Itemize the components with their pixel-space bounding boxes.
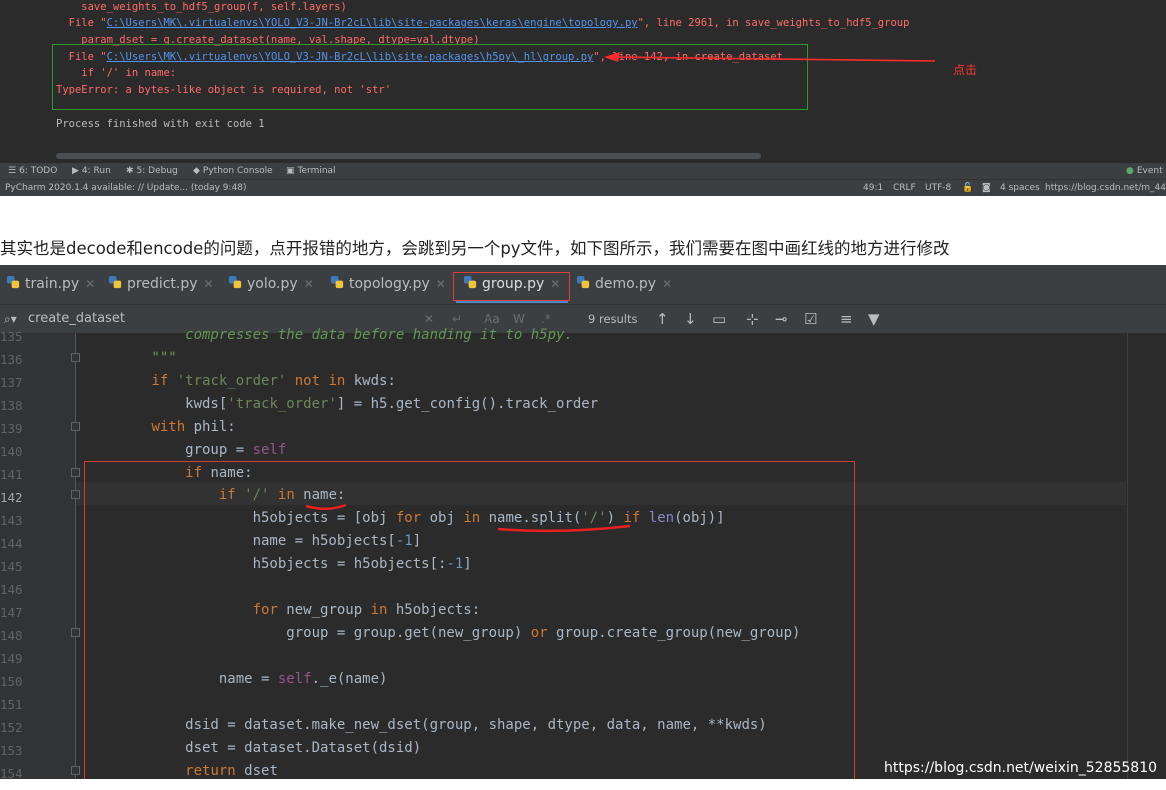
watermark-url: https://blog.csdn.net/weixin_52855810 [884, 760, 1158, 776]
debug-icon: ✱ [126, 166, 134, 176]
close-icon[interactable]: ✕ [304, 277, 314, 291]
line-separator[interactable]: CRLF [893, 180, 916, 196]
interpreter-setting[interactable]: https://blog.csdn.net/m_446 [1045, 180, 1166, 196]
select-all-occurrences-icon[interactable]: ▭ [712, 305, 726, 333]
select-all-icon[interactable]: ☑ [804, 305, 817, 333]
terminal-icon: ▣ [286, 166, 295, 176]
indent-setting[interactable]: 4 spaces [1000, 180, 1040, 196]
python-console-icon: ◆ [193, 166, 200, 176]
tab-yolo-py[interactable]: yolo.py ✕ [228, 265, 314, 304]
red-arrow-annotation [604, 52, 936, 62]
tab-train-py[interactable]: train.py ✕ [6, 265, 95, 304]
filter-options-icon[interactable]: ≡ [840, 305, 853, 333]
python-file-icon [330, 275, 344, 289]
event-log-button[interactable]: ●Event L [1126, 163, 1166, 179]
python-console-toolwindow-button[interactable]: ◆ Python Console [193, 163, 273, 179]
python-file-icon [228, 275, 242, 289]
python-file-icon [576, 275, 590, 289]
close-icon[interactable]: ✕ [85, 277, 95, 291]
caret-position[interactable]: 49:1 [863, 180, 883, 196]
previous-occurrence-icon[interactable]: ↑ [656, 305, 669, 333]
search-results-count: 9 results [588, 312, 638, 326]
next-occurrence-icon[interactable]: ↓ [684, 305, 697, 333]
tab-predict-py[interactable]: predict.py ✕ [108, 265, 214, 304]
close-icon[interactable]: ✕ [436, 277, 446, 291]
editor-tab-bar: train.py ✕ predict.py ✕ yolo.py ✕ topology.… [0, 265, 1166, 305]
status-bar: PyCharm 2020.1.4 available: // Update...… [0, 179, 1166, 196]
tool-window-bar: ☰ 6: TODO ▶ 4: Run ✱ 5: Debug ◆ Python Conso… [0, 163, 1166, 179]
inspector-icon[interactable]: ◙ [982, 180, 991, 196]
spacer [0, 196, 1166, 226]
debug-toolwindow-button[interactable]: ✱ 5: Debug [126, 163, 178, 179]
todo-toolwindow-button[interactable]: ☰ 6: TODO [8, 163, 57, 179]
update-notification[interactable]: PyCharm 2020.1.4 available: // Update...… [5, 180, 247, 196]
tab-topology-py[interactable]: topology.py ✕ [330, 265, 446, 304]
run-icon: ▶ [72, 166, 79, 176]
python-file-icon [108, 275, 122, 289]
todo-icon: ☰ [8, 166, 17, 176]
event-log-icon: ● [1126, 166, 1134, 176]
tab-demo-py[interactable]: demo.py ✕ [576, 265, 672, 304]
lock-icon[interactable]: 🔓 [962, 180, 973, 196]
remove-occurrence-icon[interactable]: ⊸ [775, 305, 788, 333]
article-paragraph: 其实也是decode和encode的问题，点开报错的地方，会跳到另一个py文件，… [0, 239, 950, 258]
run-toolwindow-button[interactable]: ▶ 4: Run [72, 163, 111, 179]
editor-screenshot: train.py ✕ predict.py ✕ yolo.py ✕ topology.… [0, 265, 1166, 779]
file-encoding[interactable]: UTF-8 [925, 180, 951, 196]
tab-highlight-box [453, 272, 570, 301]
red-underline-annotations [305, 503, 631, 533]
click-annotation-label: 点击 [953, 63, 978, 77]
run-console-screenshot: save_weights_to_hdf5_group(f, self.layer… [0, 0, 1166, 196]
code-editor[interactable]: compresses the data before handing it to… [0, 327, 1166, 779]
add-occurrence-icon[interactable]: ⊹ [746, 305, 759, 333]
terminal-toolwindow-button[interactable]: ▣ Terminal [286, 163, 336, 179]
filter-icon[interactable]: ▼ [868, 305, 880, 333]
close-icon[interactable]: ✕ [662, 277, 672, 291]
close-icon[interactable]: ✕ [204, 277, 214, 291]
horizontal-scrollbar[interactable] [56, 153, 761, 159]
python-file-icon [6, 275, 20, 289]
